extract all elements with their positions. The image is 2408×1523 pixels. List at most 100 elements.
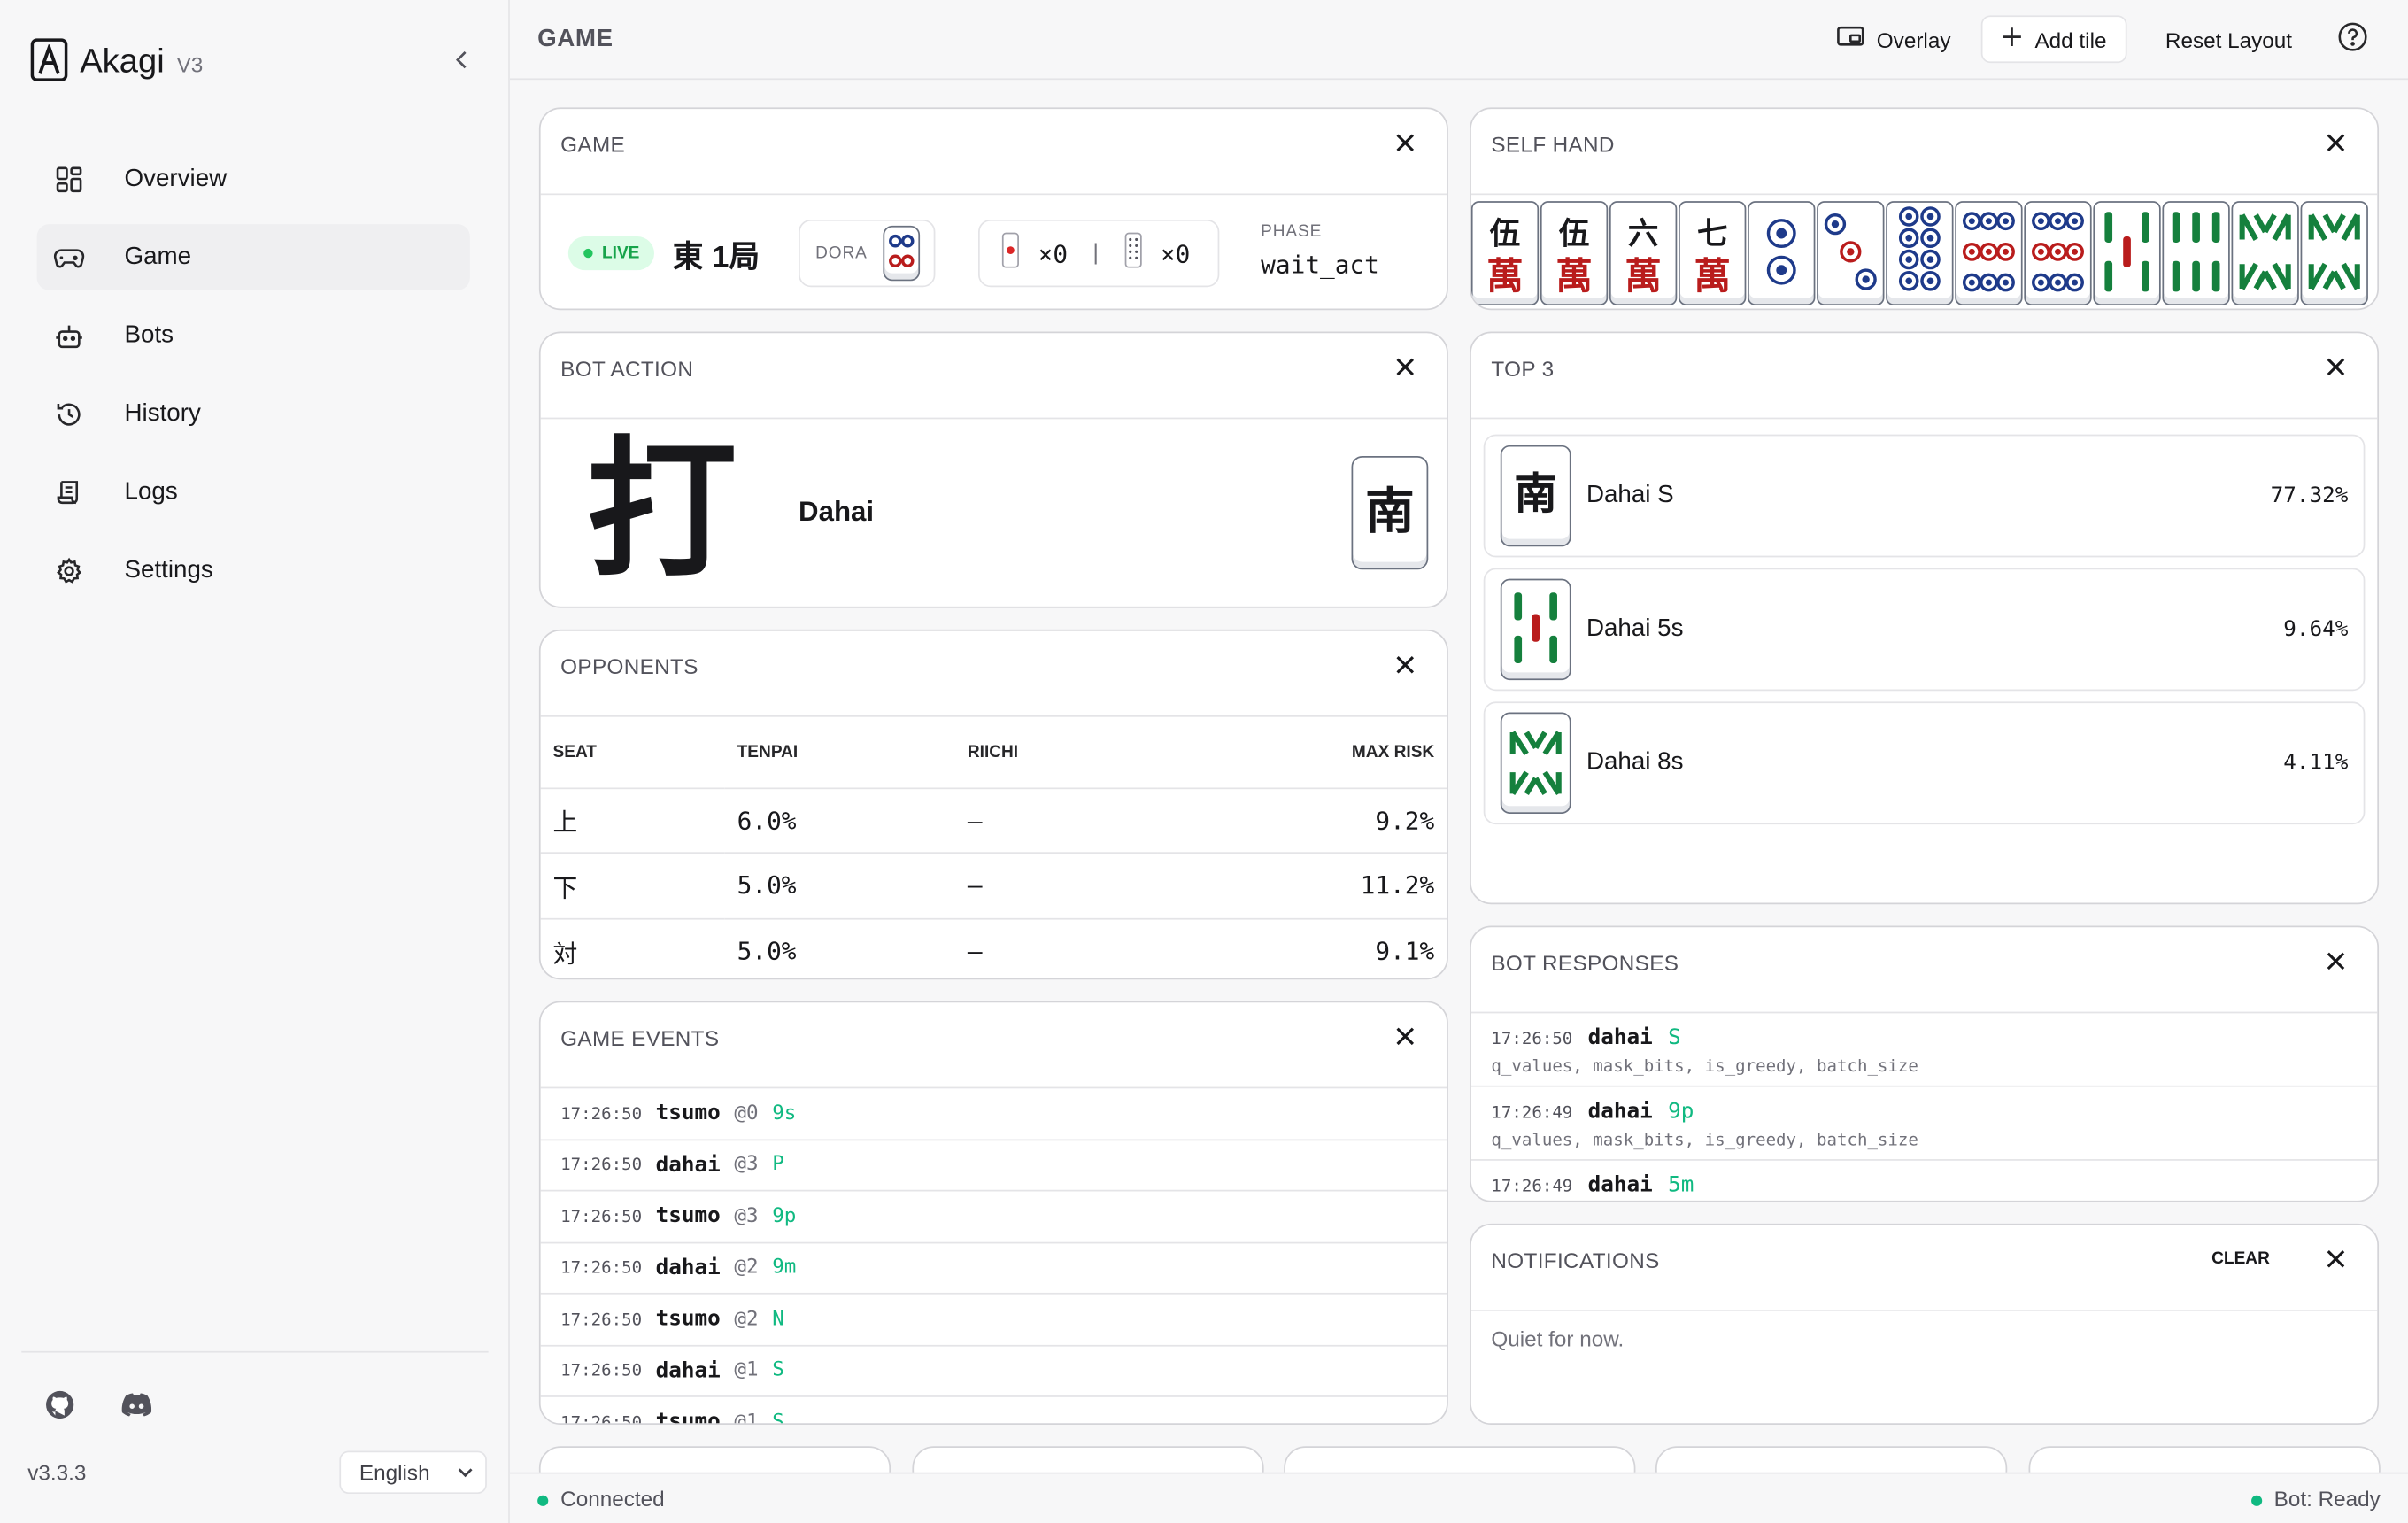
tile-7m-icon[interactable]: 七萬 [1679,201,1747,306]
tile-8s-icon[interactable] [2231,201,2299,306]
panel-title: GAME [560,132,626,157]
event-tile: P [772,1153,784,1177]
hand-tiles: 伍萬伍萬六萬七萬 [1470,201,2377,306]
close-icon[interactable] [1392,651,1419,678]
tile-5s-icon[interactable] [2093,201,2161,306]
status-dot-icon [537,1495,549,1506]
panel-header[interactable]: GAME EVENTS [540,1002,1447,1089]
tile-4m-icon[interactable]: 伍萬 [1540,201,1609,306]
overlay-button[interactable]: Overlay [1818,15,1969,63]
live-badge: LIVE [567,236,655,271]
discord-icon[interactable] [120,1388,153,1421]
round-label: 東 1局 [672,241,760,275]
reset-layout-label: Reset Layout [2165,27,2293,52]
top3-item[interactable]: 南 Dahai S 77.32% [1483,434,2366,558]
event-type: dahai [655,1255,721,1280]
tile-8s-icon [1500,712,1571,814]
panel-header[interactable]: TOP 3 [1470,333,2378,420]
response-keys: q_values, mask_bits, is_greedy, batch_si… [1491,1130,1918,1150]
close-icon[interactable] [2322,129,2350,157]
top3-panel: TOP 3 南 Dahai S 77.32% Dahai 5s 9.64% Da… [1470,331,2380,905]
nav-item-history[interactable]: History [37,381,470,447]
svg-text:萬: 萬 [1694,254,1731,298]
panel-header[interactable]: BOT ACTION [540,333,1447,420]
events-list[interactable]: 17:26:50 tsumo @0 9s 17:26:50 dahai @3 P 17:26:5… [540,1088,1447,1426]
panel-header[interactable]: GAME [540,109,1447,196]
event-tile: 9s [772,1102,797,1125]
tile-9p-icon[interactable] [2024,201,2092,306]
response-type: dahai [1587,1025,1653,1050]
event-time: 17:26:50 [560,1360,643,1381]
tile-8s-icon[interactable] [2300,201,2368,306]
language-select[interactable]: English [339,1450,487,1495]
bot-icon [54,321,85,352]
event-tile: 9m [772,1256,797,1279]
collapse-sidebar-icon[interactable] [449,46,476,73]
reset-layout-button[interactable]: Reset Layout [2147,15,2311,63]
panel-header[interactable]: OPPONENTS [540,631,1447,717]
seat-cell: 上 [540,787,725,854]
scroll-icon [54,476,85,507]
github-icon[interactable] [43,1388,77,1421]
tile-6s-icon[interactable] [2162,201,2230,306]
tile-8p-icon[interactable] [1886,201,1954,306]
riichi-cell: — [967,936,983,966]
tile-9p-icon[interactable] [1955,201,2023,306]
riichi-count: ×0 [1038,238,1069,268]
responses-list[interactable]: 17:26:50 dahai Sq_values, mask_bits, is_gr… [1470,1013,2378,1201]
topbar: GAME Overlay Add tile Reset Layout [509,0,2408,81]
event-type: dahai [655,1152,721,1178]
panel-header[interactable]: SELF HAND [1470,109,2378,196]
nav-item-game[interactable]: Game [36,224,470,290]
event-seat: @2 [734,1256,759,1279]
chevron-down-icon [454,1452,475,1504]
tile-4m-icon[interactable]: 伍萬 [1470,201,1540,306]
overlay-label: Overlay [1876,27,1951,52]
tile-3p-icon[interactable] [1817,201,1885,306]
close-icon[interactable] [2322,947,2350,975]
top3-item[interactable]: Dahai 5s 9.64% [1483,568,2366,692]
nav-item-overview[interactable]: Overview [37,146,470,213]
add-tile-button[interactable]: Add tile [1980,15,2127,64]
svg-text:萬: 萬 [1625,254,1662,298]
connection-status-label: Connected [560,1486,665,1511]
panel-header[interactable]: BOT RESPONSES [1470,927,2378,1014]
response-type: dahai [1587,1172,1653,1198]
honba-count: ×0 [1160,238,1191,268]
top3-item[interactable]: Dahai 8s 4.11% [1483,701,2366,825]
close-icon[interactable] [2322,1245,2350,1272]
svg-text:伍: 伍 [1490,216,1521,252]
top3-label: Dahai 8s [1586,749,1684,776]
col-riichi: RIICHI [954,716,1158,789]
nav-item-settings[interactable]: Settings [37,537,470,604]
close-icon[interactable] [1392,129,1419,157]
event-seat: @2 [734,1307,759,1331]
akagi-logo-icon [30,38,68,81]
tile-4p-icon[interactable] [1748,201,1816,306]
clear-button[interactable]: CLEAR [2211,1249,2270,1268]
nav-item-bots[interactable]: Bots [37,303,470,369]
top3-label: Dahai 5s [1586,615,1684,642]
top3-label: Dahai S [1586,482,1674,508]
event-time: 17:26:50 [560,1411,643,1426]
game-panel: GAME LIVE 東 1局 DORA ×0 | ×0 PHASE wait_a… [538,107,1448,311]
tile-6m-icon[interactable]: 六萬 [1609,201,1678,306]
phase-value: wait_act [1261,250,1379,280]
event-tile: N [772,1307,784,1331]
tile-5s-icon [1500,578,1571,681]
response-tile: S [1668,1025,1681,1050]
event-tile: S [772,1410,784,1426]
top3-prob: 4.11% [2283,750,2349,776]
close-icon[interactable] [1392,1023,1419,1050]
close-icon[interactable] [1392,353,1419,381]
sidebar-divider [21,1350,489,1353]
honba-stick-icon [1123,231,1142,275]
nav-item-logs[interactable]: Logs [37,459,470,525]
help-button[interactable] [2322,15,2383,63]
panel-title: BOT ACTION [560,356,694,381]
brand[interactable]: Akagi V3 [30,38,203,81]
close-icon[interactable] [2322,353,2350,381]
nav-label: Logs [124,478,178,505]
event-time: 17:26:50 [560,1257,643,1279]
panel-header[interactable]: NOTIFICATIONS CLEAR [1470,1225,2378,1311]
